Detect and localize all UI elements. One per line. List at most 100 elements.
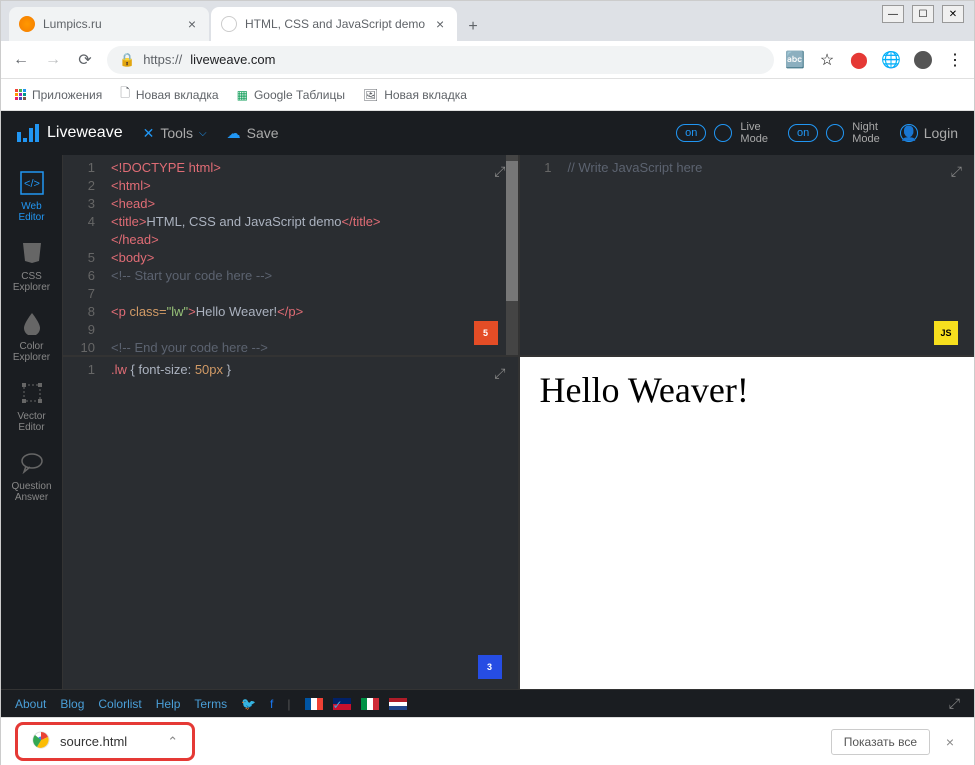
flag-icon[interactable]: ✓: [333, 698, 351, 710]
new-tab-button[interactable]: +: [459, 13, 487, 41]
night-mode-toggle[interactable]: on Night Mode: [788, 121, 880, 145]
tab-lumpics[interactable]: Lumpics.ru ×: [9, 7, 209, 41]
footer-link-terms[interactable]: Terms: [194, 697, 227, 711]
image-icon: 🖼: [363, 88, 378, 102]
expand-icon[interactable]: ⤢: [951, 163, 962, 180]
main-area: </> Web Editor CSS Explorer Color Explor…: [1, 155, 974, 689]
apps-button[interactable]: Приложения: [15, 88, 102, 102]
globe-icon[interactable]: 🌐: [882, 51, 900, 69]
preview-panel: Hello Weaver!: [520, 357, 975, 689]
line-gutter: 1: [63, 357, 103, 689]
js-badge: JS: [934, 321, 958, 345]
separator: |: [287, 697, 290, 711]
tab-title: HTML, CSS and JavaScript demo: [245, 17, 425, 31]
login-button[interactable]: 👤 Login: [900, 124, 958, 142]
bookmark-item[interactable]: 🗋Новая вкладка: [120, 84, 218, 105]
html-editor[interactable]: 1234567891011 <!DOCTYPE html> <html> <he…: [63, 155, 518, 355]
browser-tabs: Lumpics.ru × HTML, CSS and JavaScript de…: [1, 1, 974, 41]
html-panel: 1234567891011 <!DOCTYPE html> <html> <he…: [63, 155, 518, 355]
footer-link-colorlist[interactable]: Colorlist: [98, 697, 141, 711]
flag-group: ✓: [305, 698, 407, 710]
back-button[interactable]: ←: [11, 50, 31, 70]
close-tab-icon[interactable]: ×: [185, 17, 199, 31]
css-panel: 1 .lw { font-size: 50px } ⤢ 3: [63, 357, 518, 689]
show-all-button[interactable]: Показать все: [831, 729, 930, 755]
css-icon: [18, 239, 46, 267]
save-button[interactable]: ☁ Save: [227, 125, 279, 142]
flag-icon[interactable]: [389, 698, 407, 710]
line-gutter: 1234567891011: [63, 155, 103, 355]
flag-icon[interactable]: [305, 698, 323, 710]
reload-button[interactable]: ⟳: [75, 50, 95, 70]
sidebar-item-web-editor[interactable]: </> Web Editor: [1, 161, 63, 231]
live-mode-toggle[interactable]: on Live Mode: [676, 121, 768, 145]
chrome-icon: [32, 731, 50, 752]
chat-icon: [18, 449, 46, 477]
lock-icon: 🔒: [119, 52, 135, 68]
vector-icon: [18, 379, 46, 407]
brand-name: Liveweave: [47, 124, 123, 142]
apps-label: Приложения: [32, 88, 102, 102]
menu-icon[interactable]: ⋮: [946, 51, 964, 69]
close-download-bar[interactable]: ×: [940, 732, 960, 752]
expand-icon[interactable]: ⤢: [949, 695, 960, 712]
app-footer: About Blog Colorlist Help Terms 🐦 f | ✓ …: [1, 689, 974, 717]
chevron-up-icon[interactable]: ⌃: [167, 734, 178, 750]
close-tab-icon[interactable]: ×: [433, 17, 447, 31]
js-editor[interactable]: 1 // Write JavaScript here: [520, 155, 975, 355]
bookmarks-bar: Приложения 🗋Новая вкладка ▦Google Таблиц…: [1, 79, 974, 111]
page-icon: 🗋: [120, 84, 130, 105]
avatar-icon[interactable]: [914, 51, 932, 69]
preview-output: Hello Weaver!: [540, 369, 955, 411]
download-bar: source.html ⌃ Показать все ×: [1, 717, 974, 765]
expand-icon[interactable]: ⤢: [494, 365, 505, 382]
facebook-icon[interactable]: f: [270, 697, 273, 711]
sidebar-item-css-explorer[interactable]: CSS Explorer: [1, 231, 63, 301]
scrollbar[interactable]: [506, 155, 518, 355]
code-content[interactable]: <!DOCTYPE html> <html> <head> <title>HTM…: [103, 155, 518, 355]
twitter-icon[interactable]: 🐦: [241, 697, 256, 711]
tools-button[interactable]: ✕ Tools ⌵: [143, 125, 207, 142]
minimize-button[interactable]: —: [882, 5, 904, 23]
sidebar-item-color-explorer[interactable]: Color Explorer: [1, 301, 63, 371]
flag-icon[interactable]: [361, 698, 379, 710]
html5-badge: 5: [474, 321, 498, 345]
close-window-button[interactable]: ✕: [942, 5, 964, 23]
user-icon: 👤: [900, 124, 918, 142]
url-input[interactable]: 🔒 https://liveweave.com: [107, 46, 774, 74]
tab-title: Lumpics.ru: [43, 17, 102, 31]
code-content[interactable]: // Write JavaScript here: [560, 155, 975, 355]
maximize-button[interactable]: ☐: [912, 5, 934, 23]
expand-icon[interactable]: ⤢: [494, 163, 505, 180]
sidebar-item-question-answer[interactable]: Question Answer: [1, 441, 63, 511]
footer-link-help[interactable]: Help: [156, 697, 181, 711]
translate-icon[interactable]: 🔤: [786, 51, 804, 69]
opera-icon[interactable]: ⬤: [850, 51, 868, 69]
droplet-icon: [18, 309, 46, 337]
forward-button[interactable]: →: [43, 50, 63, 70]
orange-favicon: [19, 16, 35, 32]
star-icon[interactable]: ☆: [818, 51, 836, 69]
tools-icon: ✕: [143, 125, 155, 142]
download-filename: source.html: [60, 734, 127, 749]
apps-icon: [15, 89, 26, 100]
footer-link-about[interactable]: About: [15, 697, 46, 711]
line-gutter: 1: [520, 155, 560, 355]
address-bar: ← → ⟳ 🔒 https://liveweave.com 🔤 ☆ ⬤ 🌐 ⋮: [1, 41, 974, 79]
code-content[interactable]: .lw { font-size: 50px }: [103, 357, 518, 689]
brand-logo[interactable]: Liveweave: [17, 124, 123, 142]
sheets-icon: ▦: [237, 88, 248, 102]
css-editor[interactable]: 1 .lw { font-size: 50px }: [63, 357, 518, 689]
url-host: liveweave.com: [190, 52, 275, 67]
sidebar-item-vector-editor[interactable]: Vector Editor: [1, 371, 63, 441]
svg-text:</>: </>: [24, 178, 40, 190]
download-item[interactable]: source.html ⌃: [15, 722, 195, 761]
cloud-icon: ☁: [227, 125, 241, 142]
tab-liveweave[interactable]: HTML, CSS and JavaScript demo ×: [211, 7, 457, 41]
side-nav: </> Web Editor CSS Explorer Color Explor…: [1, 155, 63, 689]
css3-badge: 3: [478, 655, 502, 679]
footer-link-blog[interactable]: Blog: [60, 697, 84, 711]
bookmark-item[interactable]: ▦Google Таблицы: [237, 88, 345, 102]
js-panel: 1 // Write JavaScript here ⤢ JS: [520, 155, 975, 355]
bookmark-item[interactable]: 🖼Новая вкладка: [363, 88, 467, 102]
